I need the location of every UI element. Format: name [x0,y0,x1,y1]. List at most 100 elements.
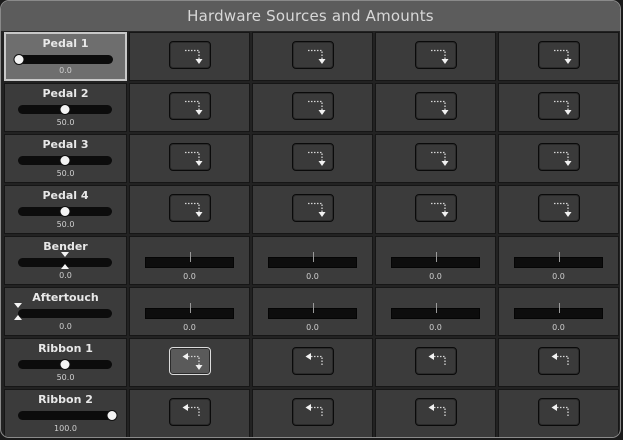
amount-slider[interactable] [145,252,234,268]
source-slider[interactable] [18,104,112,115]
route-toggle-button[interactable] [168,91,211,120]
return-down-icon [184,202,202,217]
route-toggle-button[interactable] [537,142,580,171]
routing-cell [375,338,496,387]
routing-cell [375,389,496,437]
route-toggle-button[interactable] [291,397,334,426]
routing-cell: 0.0 [129,287,250,336]
return-down-icon [553,151,571,166]
source-slider[interactable] [18,252,112,269]
route-toggle-button[interactable] [291,142,334,171]
route-toggle-button[interactable] [291,91,334,120]
route-toggle-button[interactable] [537,346,580,375]
route-toggle-button[interactable] [291,346,334,375]
source-slider[interactable] [18,359,112,370]
amount-value: 0.0 [429,272,442,281]
route-toggle-button[interactable] [168,346,211,375]
source-slider[interactable] [14,303,112,320]
return-down-icon [430,202,448,217]
routing-cell: 0.0 [252,287,373,336]
hardware-sources-panel: Hardware Sources and Amounts Pedal 1 0.0 P… [0,0,621,438]
routing-cell: 0.0 [498,287,619,336]
amount-slider[interactable] [391,303,480,319]
return-down-icon [307,151,325,166]
source-aftertouch[interactable]: Aftertouch 0.0 [4,287,127,336]
routing-cell [252,185,373,234]
route-toggle-button[interactable] [168,193,211,222]
route-toggle-button[interactable] [168,40,211,69]
source-slider[interactable] [18,410,118,421]
source-slider[interactable] [13,54,113,65]
sources-amounts-grid: Pedal 1 0.0 Pedal 2 50.0 Pedal 3 50.0 Pedal 4 5… [4,32,619,437]
source-slider[interactable] [18,155,112,166]
amount-value: 0.0 [306,323,319,332]
return-both-icon [182,352,202,370]
route-toggle-button[interactable] [168,397,211,426]
source-pedal-3[interactable]: Pedal 3 50.0 [4,134,127,183]
source-value: 0.0 [59,271,72,280]
center-tick [189,303,191,313]
amount-value: 0.0 [552,272,565,281]
return-down-icon [553,49,571,64]
source-label: Pedal 4 [42,189,89,202]
route-toggle-button[interactable] [414,91,457,120]
route-toggle-button[interactable] [537,397,580,426]
amount-slider[interactable] [145,303,234,319]
source-bender[interactable]: Bender 0.0 [4,236,127,285]
routing-cell [498,389,619,437]
slider-knob[interactable] [59,104,71,115]
routing-cell: 0.0 [129,236,250,285]
return-left-icon [305,403,323,417]
center-tick [435,303,437,313]
source-pedal-1[interactable]: Pedal 1 0.0 [4,32,127,81]
route-toggle-button[interactable] [168,142,211,171]
slider-knob[interactable] [13,54,25,65]
source-pedal-4[interactable]: Pedal 4 50.0 [4,185,127,234]
route-toggle-button[interactable] [537,193,580,222]
position-marker-bottom-icon [61,264,69,269]
source-label: Ribbon 1 [38,342,93,355]
routing-cell [252,389,373,437]
route-toggle-button[interactable] [414,142,457,171]
return-left-icon [551,403,569,417]
routing-cell [375,134,496,183]
amount-slider[interactable] [514,303,603,319]
return-left-icon [551,352,569,366]
return-down-icon [184,151,202,166]
slider-knob[interactable] [59,155,71,166]
amount-slider[interactable] [391,252,480,268]
center-tick [189,252,191,262]
slider-knob[interactable] [106,410,118,421]
return-down-icon [307,100,325,115]
return-down-icon [430,49,448,64]
amount-value: 0.0 [183,272,196,281]
center-tick [312,303,314,313]
route-toggle-button[interactable] [414,40,457,69]
source-ribbon-1[interactable]: Ribbon 1 50.0 [4,338,127,387]
return-down-icon [184,49,202,64]
route-toggle-button[interactable] [414,346,457,375]
slider-knob[interactable] [59,359,71,370]
route-toggle-button[interactable] [414,193,457,222]
source-ribbon-2[interactable]: Ribbon 2 100.0 [4,389,127,437]
return-down-icon [430,151,448,166]
slider-knob[interactable] [59,206,71,217]
route-toggle-button[interactable] [414,397,457,426]
routing-cell [375,32,496,81]
route-toggle-button[interactable] [291,193,334,222]
amount-slider[interactable] [268,252,357,268]
source-slider[interactable] [18,206,112,217]
amount-slider[interactable] [514,252,603,268]
routing-cell [498,134,619,183]
position-marker-bottom-icon [14,315,22,320]
route-toggle-button[interactable] [291,40,334,69]
routing-cell: 0.0 [375,236,496,285]
route-toggle-button[interactable] [537,91,580,120]
amount-slider[interactable] [268,303,357,319]
routing-cell [252,83,373,132]
source-value: 0.0 [59,66,72,75]
center-tick [435,252,437,262]
route-toggle-button[interactable] [537,40,580,69]
amount-value: 0.0 [306,272,319,281]
source-pedal-2[interactable]: Pedal 2 50.0 [4,83,127,132]
